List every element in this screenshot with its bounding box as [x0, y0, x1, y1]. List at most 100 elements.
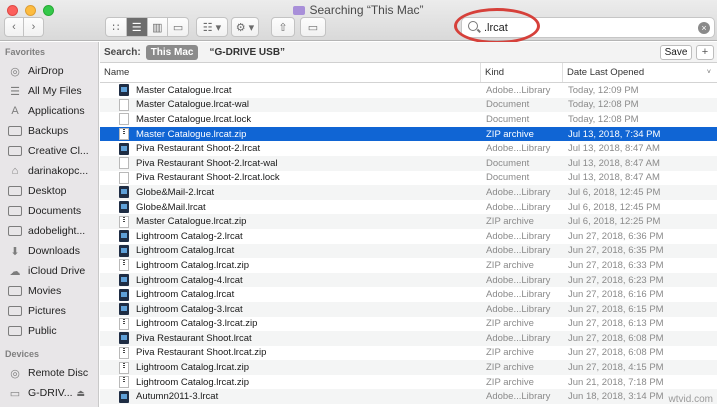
forward-button[interactable]: ›	[24, 17, 44, 37]
cover-flow-button[interactable]: ▭	[168, 18, 188, 36]
sidebar-item[interactable]: ◎ AirDrop	[0, 61, 98, 81]
file-row[interactable]: Lightroom Catalog-4.lrcat Adobe...Library…	[100, 272, 717, 288]
file-row[interactable]: Master Catalogue.lrcat-wal Document Today,…	[100, 97, 717, 113]
search-input[interactable]	[484, 20, 684, 35]
action-button[interactable]: ⚙ ▾	[231, 17, 259, 37]
file-row[interactable]: Lightroom Catalog-3.lrcat Adobe...Library…	[100, 301, 717, 317]
sidebar-item[interactable]: ☁ iCloud Drive	[0, 261, 98, 281]
chevron-left-icon: ‹	[12, 21, 16, 33]
file-row[interactable]: Piva Restaurant Shoot.lrcat.zip ZIP archi…	[100, 346, 717, 361]
file-date-last-opened: Jul 13, 2018, 7:34 PM	[568, 128, 661, 140]
file-name-cell: Piva Restaurant Shoot-2.lrcat.lock	[100, 171, 481, 184]
file-name-cell: Autumn2011-3.lrcat	[100, 390, 481, 403]
file-name: Master Catalogue.lrcat.lock	[136, 113, 252, 125]
file-date-last-opened: Jul 13, 2018, 8:47 AM	[568, 172, 660, 184]
back-button[interactable]: ‹	[4, 17, 24, 37]
add-criteria-button[interactable]: +	[696, 45, 714, 60]
file-name-cell: Master Catalogue.lrcat.zip	[100, 128, 481, 141]
file-date-last-opened: Jul 6, 2018, 12:25 PM	[568, 216, 661, 228]
home-icon: ⌂	[11, 165, 19, 177]
file-row[interactable]: Lightroom Catalog-3.lrcat.zip ZIP archive…	[100, 317, 717, 332]
folder-icon	[8, 145, 22, 157]
file-row[interactable]: Master Catalogue.lrcat.lock Document Today…	[100, 112, 717, 127]
file-name: Autumn2011-3.lrcat	[136, 391, 219, 403]
file-row[interactable]: Lightroom Catalog.lrcat Adobe...Library Ju…	[100, 287, 717, 302]
list-view-button[interactable]: ☰	[126, 18, 148, 36]
sidebar-item-label: Desktop	[28, 185, 67, 197]
file-row[interactable]: Piva Restaurant Shoot.lrcat Adobe...Libra…	[100, 331, 717, 346]
file-kind: ZIP archive	[486, 362, 534, 374]
file-row[interactable]: Globe&Mail-2.lrcat Adobe...Library Jul 6, …	[100, 185, 717, 200]
sidebar-item-label: Movies	[28, 285, 62, 297]
date-column-header[interactable]: Date Last Opened ˅	[563, 63, 717, 82]
file-row[interactable]: Lightroom Catalog.lrcat.zip ZIP archive Ju…	[100, 360, 717, 375]
downloads-icon: ⬇	[10, 245, 20, 258]
sidebar-item[interactable]: Backups	[0, 121, 98, 141]
file-row[interactable]: Piva Restaurant Shoot-2.lrcat.lock Docume…	[100, 171, 717, 186]
file-date-last-opened: Jun 27, 2018, 6:33 PM	[568, 259, 664, 271]
gear-icon: ⚙ ▾	[235, 21, 255, 34]
file-row[interactable]: Lightroom Catalog.lrcat.zip ZIP archive Ju…	[100, 375, 717, 390]
name-column-header[interactable]: Name	[100, 63, 481, 82]
kind-column-header[interactable]: Kind	[481, 63, 563, 82]
folder-shape	[8, 326, 22, 336]
lightroom-catalog-icon	[119, 332, 129, 345]
icon-view-button[interactable]: ∷	[106, 18, 127, 36]
file-row[interactable]: Autumn2011-3.lrcat Adobe...Library Jun 18,…	[100, 389, 717, 405]
tag-button[interactable]: ▭	[300, 17, 326, 37]
sidebar-item[interactable]: Desktop	[0, 181, 98, 201]
file-row[interactable]: Lightroom Catalog.lrcat Adobe...Library Ju…	[100, 243, 717, 259]
file-date-last-opened: Today, 12:09 PM	[568, 84, 639, 96]
sidebar-item[interactable]: A Applications	[0, 101, 98, 121]
zip-file-icon	[119, 128, 129, 141]
file-row[interactable]: Piva Restaurant Shoot-2.lrcat-wal Documen…	[100, 155, 717, 171]
sidebar-item[interactable]: Documents	[0, 201, 98, 221]
lightroom-catalog-icon	[119, 274, 129, 287]
file-date-last-opened: Jun 27, 2018, 6:23 PM	[568, 274, 664, 286]
file-row[interactable]: Master Catalogue.lrcat.zip ZIP archive Jul…	[100, 126, 717, 142]
column-view-button[interactable]: ▥	[148, 18, 169, 36]
share-button[interactable]: ⇧	[271, 17, 295, 37]
save-search-button[interactable]: Save	[660, 45, 692, 60]
scope-this-mac-button[interactable]: This Mac	[145, 44, 199, 60]
file-name: Globe&Mail.lrcat	[136, 201, 206, 213]
sidebar-item[interactable]: Public	[0, 321, 98, 341]
sidebar-item[interactable]: Creative Cl...	[0, 141, 98, 161]
sidebar-item[interactable]: Movies	[0, 281, 98, 301]
file-row[interactable]: Master Catalogue.lrcat Adobe...Library Tod…	[100, 83, 717, 98]
clear-search-icon[interactable]: ×	[698, 22, 710, 34]
sidebar-item[interactable]: ⌂ darinakopc...	[0, 161, 98, 181]
drive-icon: ▭	[9, 387, 21, 400]
document-icon	[119, 171, 129, 184]
file-kind: Adobe...Library	[486, 303, 551, 315]
file-row[interactable]: Lightroom Catalog-2.lrcat Adobe...Library…	[100, 229, 717, 244]
file-row[interactable]: Globe&Mail.lrcat Adobe...Library Jul 6, 20…	[100, 200, 717, 215]
folder-shape	[8, 126, 22, 136]
sidebar-item[interactable]: ◎ Remote Disc	[0, 363, 98, 383]
file-name: Master Catalogue.lrcat	[136, 84, 232, 96]
arrange-button[interactable]: ☷ ▾	[196, 17, 228, 37]
file-date-last-opened: Jun 27, 2018, 4:15 PM	[568, 362, 664, 374]
file-row[interactable]: Master Catalogue.lrcat.zip ZIP archive Jul…	[100, 214, 717, 229]
file-name: Piva Restaurant Shoot.lrcat	[136, 332, 252, 344]
scope-gdrive-button[interactable]: “G-DRIVE USB”	[204, 45, 290, 60]
folder-shape	[8, 286, 22, 296]
file-name: Lightroom Catalog-2.lrcat	[136, 230, 243, 242]
file-kind: Adobe...Library	[486, 186, 551, 198]
file-name-cell: Master Catalogue.lrcat	[100, 84, 481, 97]
movies-icon	[8, 285, 22, 297]
file-row[interactable]: Lightroom Catalog.lrcat.zip ZIP archive Ju…	[100, 258, 717, 273]
sidebar-item[interactable]: adobelight...	[0, 221, 98, 241]
sidebar-item-label: Backups	[28, 125, 69, 137]
disc-icon: ◎	[10, 367, 20, 380]
file-kind: ZIP archive	[486, 347, 534, 359]
sidebar-item[interactable]: ⬇ Downloads	[0, 241, 98, 261]
sidebar-item[interactable]: ☰ All My Files	[0, 81, 98, 101]
eject-icon[interactable]: ⏏	[77, 388, 86, 399]
sidebar-item-label: Creative Cl...	[28, 145, 89, 157]
file-row[interactable]: Piva Restaurant Shoot-2.lrcat Adobe...Lib…	[100, 141, 717, 156]
zip-file-icon	[119, 376, 129, 389]
sidebar-item[interactable]: ▭ G-DRIV... ⏏	[0, 383, 98, 403]
sidebar-item[interactable]: Pictures	[0, 301, 98, 321]
window-title: Searching “This Mac”	[0, 3, 717, 17]
